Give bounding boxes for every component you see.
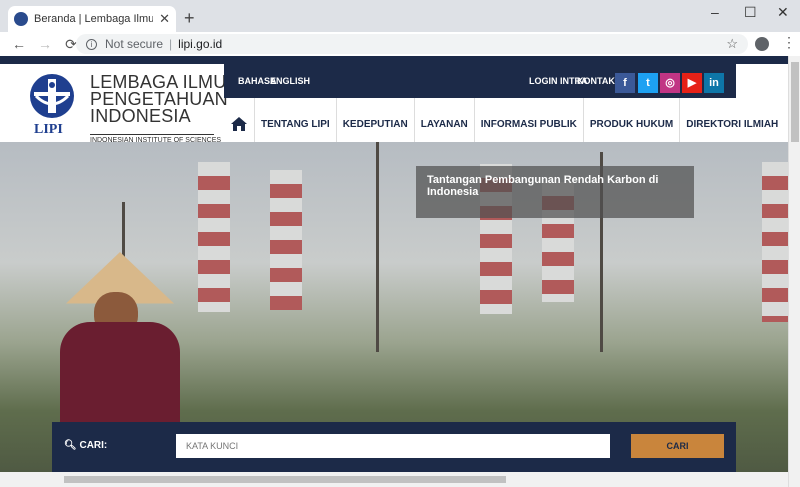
lipi-favicon-icon: [14, 12, 28, 26]
close-tab-icon[interactable]: ✕: [159, 11, 170, 27]
back-button[interactable]: ←: [12, 36, 26, 52]
info-icon[interactable]: i: [86, 38, 97, 50]
linkedin-icon[interactable]: in: [704, 73, 724, 93]
address-bar[interactable]: i Not secure | lipi.go.id ☆: [76, 34, 748, 54]
maximize-button[interactable]: ☐: [744, 4, 757, 21]
browser-menu-icon[interactable]: ⋮: [782, 34, 796, 51]
minimize-button[interactable]: –: [711, 4, 719, 20]
smokestack: [762, 162, 788, 322]
website-viewport: LIPI LEMBAGA ILMU PENGETAHUAN INDONESIA …: [0, 56, 800, 487]
browser-chrome: Beranda | Lembaga Ilmu Pengetahuan ✕ + –…: [0, 0, 800, 56]
horizontal-scrollbar[interactable]: [0, 472, 788, 487]
youtube-icon[interactable]: ▶: [682, 73, 702, 93]
url-text[interactable]: lipi.go.id: [178, 37, 222, 51]
search-label: 🔍︎ CARI:: [64, 440, 108, 451]
logo-acronym: LIPI: [34, 122, 63, 137]
hero-slider[interactable]: Tantangan Pembangunan Rendah Karbon di I…: [0, 142, 788, 487]
english-link[interactable]: ENGLISH: [270, 76, 310, 86]
search-input[interactable]: [176, 434, 610, 458]
top-accent-bar: [0, 56, 788, 64]
kontak-link[interactable]: KONTAK: [577, 76, 615, 86]
smokestack: [270, 170, 302, 310]
vertical-scroll-thumb[interactable]: [791, 62, 799, 142]
browser-toolbar: ← → ⟳ i Not secure | lipi.go.id ☆: [0, 32, 800, 56]
utility-bar: BAHASA ENGLISH LOGIN INTRA KONTAK f t ◎ …: [224, 64, 736, 98]
smokestack: [198, 162, 230, 312]
slide-caption[interactable]: Tantangan Pembangunan Rendah Karbon di I…: [416, 166, 694, 218]
search-label-text: CARI:: [79, 440, 108, 451]
logo-wordmark[interactable]: LEMBAGA ILMU PENGETAHUAN INDONESIA: [90, 73, 228, 126]
logo-divider: [90, 134, 214, 135]
instagram-icon[interactable]: ◎: [660, 73, 680, 93]
horizontal-scroll-thumb[interactable]: [64, 476, 506, 483]
browser-tab[interactable]: Beranda | Lembaga Ilmu Pengetahuan ✕: [8, 6, 176, 32]
facebook-icon[interactable]: f: [615, 73, 635, 93]
vertical-scrollbar[interactable]: [788, 56, 800, 487]
site-header: LIPI LEMBAGA ILMU PENGETAHUAN INDONESIA …: [0, 64, 788, 150]
lipi-logo-icon[interactable]: [28, 72, 76, 120]
search-bar: 🔍︎ CARI: CARI: [52, 422, 736, 472]
forward-button[interactable]: →: [38, 36, 52, 52]
address-separator: |: [169, 37, 173, 51]
security-status: Not secure: [105, 37, 164, 51]
window-close-button[interactable]: ✕: [777, 4, 789, 21]
tab-title: Beranda | Lembaga Ilmu Pengetahuan: [34, 13, 154, 25]
bookmark-star-icon[interactable]: ☆: [726, 36, 738, 52]
utility-pole: [376, 142, 379, 352]
profile-avatar[interactable]: [755, 37, 769, 51]
logo-line-3: INDONESIA: [90, 106, 191, 126]
search-button[interactable]: CARI: [631, 434, 724, 458]
twitter-icon[interactable]: t: [638, 73, 658, 93]
new-tab-button[interactable]: +: [184, 8, 195, 29]
